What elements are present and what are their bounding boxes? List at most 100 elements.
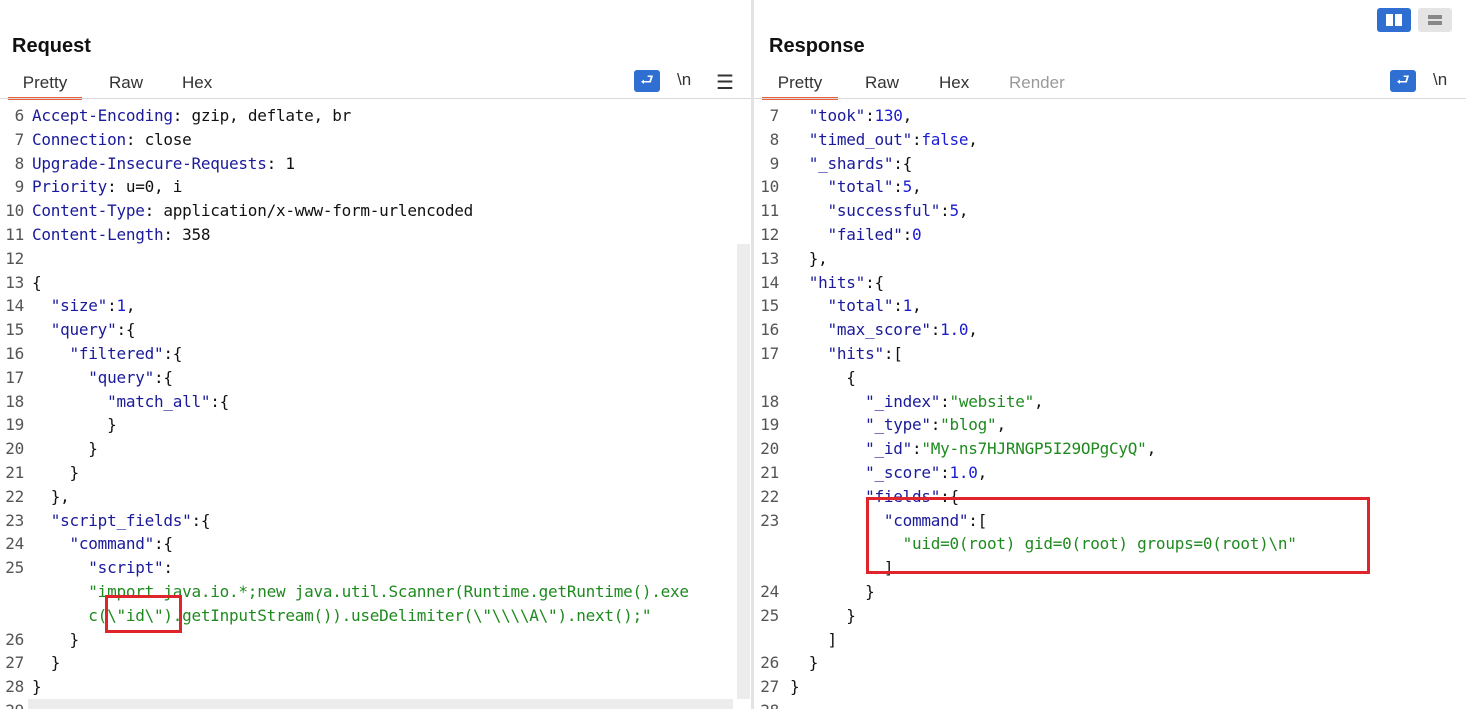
line-text: "query":{ <box>32 366 173 390</box>
stacked-view-icon[interactable] <box>1418 8 1452 32</box>
code-token: 1 <box>116 296 126 316</box>
code-token: 1 <box>902 296 913 316</box>
wrap-lines-icon[interactable]: ⮐ <box>1390 70 1416 92</box>
code-token: "failed" <box>827 225 903 244</box>
code-token: } <box>32 653 61 673</box>
code-line: 8 Upgrade-Insecure-Requests: 1 <box>0 152 735 176</box>
line-text: "timed_out":false, <box>790 128 978 152</box>
code-token: : <box>911 439 922 459</box>
line-text: "hits":[ <box>790 342 903 366</box>
code-token: "query" <box>50 320 117 340</box>
line-number: 11 <box>760 201 779 221</box>
code-token: 0 <box>911 225 922 244</box>
header-name: Content-Type <box>32 201 145 221</box>
line-number: 17 <box>5 367 24 387</box>
split-view-icon[interactable] <box>1377 8 1411 32</box>
request-tab-divider <box>0 98 751 99</box>
header-value: : u=0, i <box>107 177 183 197</box>
line-number: 19 <box>5 415 24 435</box>
code-token: "command" <box>69 534 155 554</box>
request-horizontal-scrollbar[interactable] <box>28 699 733 709</box>
line-text: "failed":0 <box>790 223 922 247</box>
code-line: 22 }, <box>0 485 735 509</box>
code-token: "_type" <box>865 415 931 435</box>
response-editor[interactable]: 7 "took":130, 8 "timed_out":false, 9 "_sha… <box>754 104 1466 709</box>
code-line: 7 "took":130, <box>754 104 1466 128</box>
code-line: 25 "script": <box>0 556 735 580</box>
line-number: 24 <box>5 534 24 554</box>
code-line: 18 "_index":"website", <box>754 390 1466 414</box>
request-tab-pretty[interactable]: Pretty <box>8 70 82 100</box>
line-number: 26 <box>760 653 779 673</box>
request-title: Request <box>12 35 91 57</box>
line-text: "max_score":1.0, <box>790 318 978 342</box>
wrap-lines-icon[interactable]: ⮐ <box>634 70 660 92</box>
code-token: "match_all" <box>107 391 211 411</box>
code-token: , <box>125 296 136 316</box>
code-token: : <box>893 177 903 197</box>
code-token: 1.0 <box>949 463 978 482</box>
code-line: 16 "max_score":1.0, <box>754 318 1466 342</box>
line-number: 14 <box>5 296 24 316</box>
code-token: "script_fields" <box>50 510 192 530</box>
code-token: "script" <box>88 558 164 578</box>
response-tab-pretty[interactable]: Pretty <box>762 70 838 100</box>
newline-toggle[interactable]: \n <box>1433 70 1447 90</box>
code-token: 5 <box>902 177 913 197</box>
code-token: , <box>977 463 988 482</box>
code-token: "hits" <box>827 344 885 363</box>
code-token: :{ <box>163 344 183 363</box>
response-tab-raw[interactable]: Raw <box>865 70 899 97</box>
code-token: } <box>790 582 875 601</box>
menu-icon[interactable]: ☰ <box>716 70 734 95</box>
code-line: 7 Connection: close <box>0 128 735 152</box>
line-number: 25 <box>760 605 779 625</box>
header-name: Priority <box>32 177 108 197</box>
line-number: 27 <box>760 677 779 697</box>
line-number: 22 <box>760 486 779 506</box>
code-token: :{ <box>893 153 912 173</box>
line-text: Accept-Encoding: gzip, deflate, br <box>32 104 351 128</box>
line-text: { <box>790 366 856 390</box>
header-name: Content-Length <box>32 225 164 244</box>
line-number: 7 <box>14 129 25 149</box>
line-number: 16 <box>760 320 779 340</box>
response-tabs: Pretty Raw Hex Render <box>754 70 1466 100</box>
line-text: "hits":{ <box>790 271 884 295</box>
line-text: "filtered":{ <box>32 342 183 366</box>
line-text: }, <box>32 485 70 509</box>
newline-toggle[interactable]: \n <box>677 70 691 90</box>
code-token: "max_score" <box>827 320 931 340</box>
line-text: Priority: u=0, i <box>32 175 182 199</box>
line-number: 15 <box>5 320 24 340</box>
request-vertical-scrollbar[interactable] <box>737 244 750 699</box>
code-token: :{ <box>191 510 211 530</box>
line-number: 18 <box>5 391 24 411</box>
code-token: } <box>32 463 80 482</box>
code-line: 19 "_type":"blog", <box>754 413 1466 437</box>
request-tab-raw[interactable]: Raw <box>109 70 143 97</box>
response-tab-render: Render <box>1009 73 1065 92</box>
line-text: "_id":"My-ns7HJRNGP5I29OPgCyQ", <box>790 437 1156 461</box>
code-line: 20 } <box>0 437 735 461</box>
code-token: false <box>921 129 969 149</box>
request-tab-hex[interactable]: Hex <box>182 70 212 97</box>
code-line: 14 "hits":{ <box>754 271 1466 295</box>
line-number: 15 <box>760 296 779 316</box>
line-number: 18 <box>760 391 779 411</box>
response-tab-hex[interactable]: Hex <box>939 70 969 97</box>
line-number: 24 <box>760 582 779 601</box>
header-value: : application/x-www-form-urlencoded <box>144 201 474 221</box>
code-line: 6 Accept-Encoding: gzip, deflate, br <box>0 104 735 128</box>
code-token: 1.0 <box>940 320 969 340</box>
line-text: "match_all":{ <box>32 390 229 414</box>
code-token: { <box>32 272 42 292</box>
line-text: "total":1, <box>790 294 922 318</box>
